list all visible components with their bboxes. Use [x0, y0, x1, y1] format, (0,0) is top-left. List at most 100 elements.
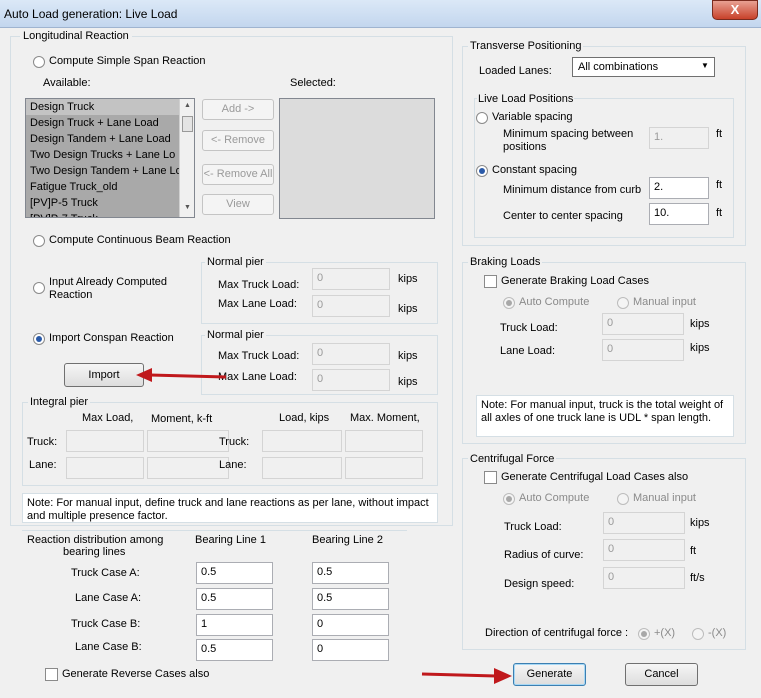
simple-span-label: Compute Simple Span Reaction: [49, 55, 206, 67]
max-load-header: Max Load,: [82, 412, 134, 424]
lane-case-a-bl1-input[interactable]: 0.5: [196, 588, 273, 610]
direction-plus-label: +(X): [654, 627, 676, 639]
available-list-item[interactable]: Fatigue Truck_old: [26, 179, 179, 195]
ft-unit: ft: [716, 128, 723, 140]
bearing-line-1-header: Bearing Line 1: [195, 534, 266, 546]
lane-case-a-bl2-input[interactable]: 0.5: [312, 588, 389, 610]
cancel-button[interactable]: Cancel: [625, 663, 698, 686]
loaded-lanes-select[interactable]: All combinations ▼: [572, 57, 715, 77]
design-speed-label: Design speed:: [504, 578, 575, 590]
c2c-label: Center to center spacing: [503, 210, 623, 222]
close-button[interactable]: X: [712, 0, 758, 20]
braking-lane-input[interactable]: 0: [602, 339, 684, 361]
radius-label: Radius of curve:: [504, 549, 584, 561]
simple-span-radio[interactable]: [33, 56, 45, 68]
integral-pier-title: Integral pier: [28, 396, 91, 408]
direction-minus-radio[interactable]: [692, 628, 704, 640]
braking-checkbox[interactable]: [484, 275, 497, 288]
min-curb-input[interactable]: 2.: [649, 177, 709, 199]
integral-truck-load-input[interactable]: [262, 430, 342, 452]
max-truck-load-label-2: Max Truck Load:: [218, 350, 300, 362]
scroll-thumb[interactable]: [182, 116, 193, 132]
braking-truck-input[interactable]: 0: [602, 313, 684, 335]
max-lane-load-input-1[interactable]: 0: [312, 295, 390, 317]
reverse-cases-checkbox[interactable]: [45, 668, 58, 681]
selected-listbox[interactable]: [279, 98, 435, 219]
ft-unit: ft: [716, 179, 723, 191]
variable-spacing-radio[interactable]: [476, 112, 488, 124]
scroll-up-icon[interactable]: ▲: [184, 102, 191, 109]
selected-label: Selected:: [290, 77, 336, 89]
available-list-item[interactable]: [PV]P-5 Truck: [26, 195, 179, 211]
available-list-item[interactable]: [PV]P-7 Truck: [26, 211, 179, 217]
generate-button[interactable]: Generate: [513, 663, 586, 686]
chevron-down-icon: ▼: [701, 61, 709, 70]
max-truck-load-input-1[interactable]: 0: [312, 268, 390, 290]
centrifugal-truck-input[interactable]: 0: [603, 512, 685, 534]
direction-minus-label: -(X): [708, 627, 727, 639]
min-curb-label: Minimum distance from curb: [503, 184, 642, 196]
integral-truck-moment-input[interactable]: [147, 430, 229, 452]
truck-case-a-bl1-input[interactable]: 0.5: [196, 562, 273, 584]
braking-manual-radio[interactable]: [617, 297, 629, 309]
reverse-cases-label: Generate Reverse Cases also: [62, 668, 210, 680]
input-computed-label-1: Input Already Computed: [49, 276, 168, 288]
integral-lane-moment-input[interactable]: [147, 457, 229, 479]
scroll-down-icon[interactable]: ▼: [184, 204, 191, 211]
lane-case-b-bl2-input[interactable]: 0: [312, 639, 389, 661]
kips-unit: kips: [690, 318, 710, 330]
max-truck-load-label-1: Max Truck Load:: [218, 279, 300, 291]
kips-unit: kips: [398, 303, 418, 315]
truck-case-a-bl2-input[interactable]: 0.5: [312, 562, 389, 584]
kips-unit: kips: [398, 350, 418, 362]
direction-plus-radio[interactable]: [638, 628, 650, 640]
import-conspan-label: Import Conspan Reaction: [49, 332, 174, 344]
available-list-item[interactable]: Design Truck + Lane Load: [26, 115, 179, 131]
available-list-item[interactable]: Two Design Trucks + Lane Lo: [26, 147, 179, 163]
min-spacing-label-1: Minimum spacing between: [503, 128, 634, 140]
input-computed-radio[interactable]: [33, 282, 45, 294]
braking-note: Note: For manual input, truck is the tot…: [476, 395, 734, 437]
kips-unit: kips: [398, 376, 418, 388]
integral-truck-maxmoment-input[interactable]: [345, 430, 423, 452]
continuous-beam-radio[interactable]: [33, 235, 45, 247]
braking-checkbox-label: Generate Braking Load Cases: [501, 275, 649, 287]
available-list-item[interactable]: Design Truck: [26, 99, 179, 115]
available-list-item[interactable]: Design Tandem + Lane Load: [26, 131, 179, 147]
max-truck-load-input-2[interactable]: 0: [312, 343, 390, 365]
constant-spacing-label: Constant spacing: [492, 164, 577, 176]
view-button[interactable]: View: [202, 194, 274, 215]
centrifugal-force-title: Centrifugal Force: [468, 453, 557, 465]
import-conspan-radio[interactable]: [33, 333, 45, 345]
ft-per-s-unit: ft/s: [690, 572, 705, 584]
centrifugal-manual-radio[interactable]: [617, 493, 629, 505]
kips-unit: kips: [690, 342, 710, 354]
lane-case-b-bl1-input[interactable]: 0.5: [196, 639, 273, 661]
available-listbox[interactable]: Design Truck Design Truck + Lane Load Desi…: [25, 98, 195, 218]
available-scrollbar[interactable]: ▲ ▼: [179, 99, 194, 217]
radius-input[interactable]: 0: [603, 539, 685, 561]
design-speed-input[interactable]: 0: [603, 567, 685, 589]
kips-unit: kips: [398, 273, 418, 285]
centrifugal-checkbox[interactable]: [484, 471, 497, 484]
integral-lane-maxmoment-input[interactable]: [345, 457, 423, 479]
truck-case-a-label: Truck Case A:: [71, 567, 140, 579]
longitudinal-reaction-title: Longitudinal Reaction: [20, 30, 132, 42]
braking-truck-label: Truck Load:: [500, 322, 558, 334]
available-list-item[interactable]: Two Design Tandem + Lane Lo: [26, 163, 182, 179]
add-button[interactable]: Add ->: [202, 99, 274, 120]
c2c-input[interactable]: 10.: [649, 203, 709, 225]
max-lane-load-input-2[interactable]: 0: [312, 369, 390, 391]
truck-case-b-bl1-input[interactable]: 1: [196, 614, 273, 636]
constant-spacing-radio[interactable]: [476, 165, 488, 177]
integral-truck-maxload-input[interactable]: [66, 430, 144, 452]
integral-lane-maxload-input[interactable]: [66, 457, 144, 479]
braking-auto-radio[interactable]: [503, 297, 515, 309]
remove-all-button[interactable]: <- Remove All: [202, 164, 274, 185]
min-spacing-input[interactable]: 1.: [649, 127, 709, 149]
integral-lane-label: Lane:: [29, 459, 57, 471]
centrifugal-auto-radio[interactable]: [503, 493, 515, 505]
truck-case-b-bl2-input[interactable]: 0: [312, 614, 389, 636]
remove-button[interactable]: <- Remove: [202, 130, 274, 151]
integral-lane-load-input[interactable]: [262, 457, 342, 479]
